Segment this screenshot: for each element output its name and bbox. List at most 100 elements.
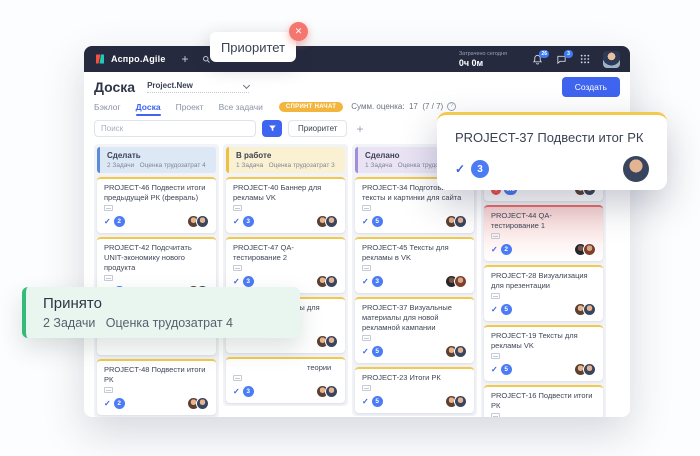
estimate: ✓5 — [491, 364, 512, 375]
task-card[interactable]: PROJECT-48 Подвести итоги РК ✓2 — [97, 359, 216, 415]
avatar — [454, 395, 467, 408]
popup-footer: ✓ 3 — [455, 156, 649, 182]
app-logo[interactable]: Аспро.Agile — [94, 53, 166, 65]
avatar — [623, 156, 649, 182]
check-icon: ✓ — [455, 162, 465, 176]
top-navigation-bar: Аспро.Agile + Сп Затрачено сегодня 0ч 0м… — [84, 46, 630, 72]
tab-Доска[interactable]: Доска — [136, 102, 161, 112]
task-card[interactable]: теории✓3 — [226, 357, 345, 403]
task-card[interactable]: PROJECT-23 Итоги РК✓5 — [355, 367, 474, 413]
description-icon — [233, 375, 242, 381]
description-icon — [491, 233, 500, 239]
column-name: В работе — [236, 151, 338, 160]
messages-badge: 3 — [564, 50, 573, 58]
avatars — [316, 215, 338, 228]
chevron-down-icon — [243, 81, 250, 88]
task-title: PROJECT-28 Визуализация для презентации — [491, 271, 596, 291]
task-title: PROJECT-37 Визуальные материалы для ново… — [362, 303, 467, 333]
check-icon: ✓ — [362, 217, 369, 226]
task-card[interactable]: PROJECT-47 QA-тестирование 2✓3 — [226, 237, 345, 293]
user-avatar[interactable] — [603, 51, 620, 68]
info-icon[interactable]: ? — [447, 102, 456, 111]
notifications-bell-icon[interactable]: 26 — [532, 54, 543, 65]
task-footer: ✓2 — [104, 215, 209, 228]
estimate: ✓5 — [362, 396, 383, 407]
task-title: PROJECT-42 Подсчитать UNIT-экономику нов… — [104, 243, 209, 273]
column-cards: PROJECT-34 Подготовить тексты и картинки… — [355, 177, 474, 413]
messages-icon[interactable]: 3 — [556, 54, 567, 65]
avatar — [325, 215, 338, 228]
topbar-right-group: Затрачено сегодня 0ч 0м 26 3 — [459, 51, 620, 68]
check-icon: ✓ — [233, 277, 240, 286]
column-header: Сделать2 Задачи Оценка трудозатрат 4 — [97, 147, 216, 173]
avatars — [316, 385, 338, 398]
check-icon: ✓ — [362, 347, 369, 356]
priority-tooltip: Приоритет ✕ — [210, 32, 296, 62]
check-icon: ✓ — [233, 217, 240, 226]
description-icon — [362, 335, 371, 341]
logo-text: Аспро.Agile — [111, 54, 166, 64]
task-card[interactable]: PROJECT-16 Подвести итоги РК — [484, 385, 603, 417]
avatars — [574, 243, 596, 256]
add-icon[interactable]: + — [182, 52, 189, 66]
time-tracker-label: Затрачено сегодня — [459, 51, 507, 57]
estimate: ✓3 — [362, 276, 383, 287]
task-title: PROJECT-48 Подвести итоги РК — [104, 365, 209, 385]
task-card[interactable]: PROJECT-46 Подвести итоги предыдущей РК … — [97, 177, 216, 233]
avatar — [196, 215, 209, 228]
estimate: ✓5 — [362, 346, 383, 357]
estimate-badge: 5 — [501, 364, 512, 375]
add-filter-icon[interactable]: + — [356, 122, 363, 136]
task-card[interactable]: PROJECT-44 QA-тестирование 1✓2 — [484, 205, 603, 261]
estimate: ✓2 — [491, 244, 512, 255]
avatar — [583, 363, 596, 376]
task-footer: ✓5 — [491, 303, 596, 316]
search-input[interactable] — [94, 120, 256, 137]
page-title: Доска — [94, 79, 135, 95]
tab-Бэклог[interactable]: Бэклог — [94, 102, 121, 112]
task-card[interactable]: PROJECT-45 Тексты для рекламы в VK✓3 — [355, 237, 474, 293]
accepted-title: Принято — [43, 295, 300, 312]
task-footer: ✓2 — [104, 397, 209, 410]
summary-estimate: Сумм. оценка: 17 (7 / 7) — [351, 102, 443, 111]
project-select[interactable]: Project.New — [147, 81, 249, 93]
task-footer: ✓5 — [362, 395, 467, 408]
check-icon: ✓ — [233, 387, 240, 396]
description-icon — [362, 385, 371, 391]
avatars — [574, 363, 596, 376]
tab-Проект[interactable]: Проект — [176, 102, 204, 112]
task-footer: ✓3 — [233, 215, 338, 228]
estimate: ✓2 — [104, 398, 125, 409]
task-preview-popup[interactable]: PROJECT-37 Подвести итог РК ✓ 3 — [437, 112, 667, 190]
board-title-row: Доска Project.New Создать — [94, 78, 620, 95]
avatar — [454, 215, 467, 228]
description-icon — [233, 205, 242, 211]
avatar — [325, 275, 338, 288]
app-window: Аспро.Agile + Сп Затрачено сегодня 0ч 0м… — [84, 46, 630, 417]
task-card[interactable]: PROJECT-19 Тексты для рекламы VK ✓5 — [484, 325, 603, 381]
description-icon — [233, 265, 242, 271]
task-card[interactable]: PROJECT-37 Визуальные материалы для ново… — [355, 297, 474, 363]
task-card[interactable]: PROJECT-40 Баннер для рекламы VK✓3 — [226, 177, 345, 233]
column-meta: 1 Задача Оценка трудозатрат 3 — [236, 162, 338, 169]
avatars — [574, 303, 596, 316]
apps-grid-icon[interactable] — [580, 54, 590, 64]
description-icon — [491, 413, 500, 417]
column-header: В работе 1 Задача Оценка трудозатрат 3 — [226, 147, 345, 173]
priority-filter-chip[interactable]: Приоритет — [288, 120, 347, 137]
task-title: PROJECT-19 Тексты для рекламы VK — [491, 331, 596, 351]
logo-icon — [94, 53, 106, 65]
avatars — [445, 215, 467, 228]
description-icon — [104, 387, 113, 393]
description-icon — [104, 205, 113, 211]
task-footer: ✓5 — [362, 345, 467, 358]
task-card[interactable]: PROJECT-28 Визуализация для презентации ✓… — [484, 265, 603, 321]
estimate-badge: 2 — [114, 398, 125, 409]
task-footer: ✓3 — [233, 385, 338, 398]
tab-Все задачи[interactable]: Все задачи — [219, 102, 263, 112]
close-icon[interactable]: ✕ — [289, 22, 308, 41]
avatar — [454, 345, 467, 358]
create-button[interactable]: Создать — [562, 77, 620, 97]
task-footer: ✓3 — [362, 275, 467, 288]
filter-button[interactable] — [262, 120, 282, 137]
